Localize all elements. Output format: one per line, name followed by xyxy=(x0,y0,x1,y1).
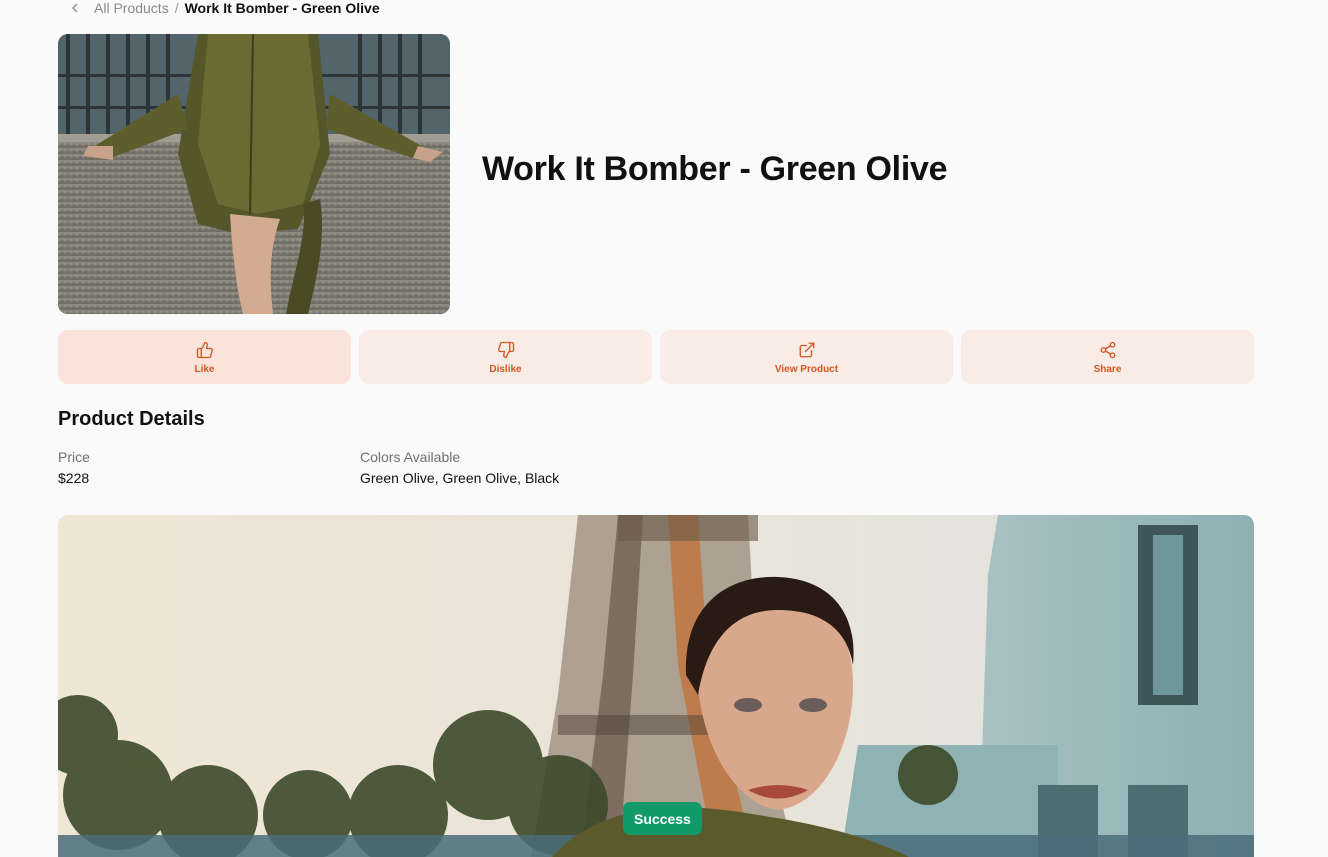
product-hero-image xyxy=(58,34,450,314)
share-icon xyxy=(1098,340,1118,360)
view-product-label: View Product xyxy=(774,363,839,375)
breadcrumb-all-products-link[interactable]: All Products xyxy=(94,0,169,16)
thumbs-down-icon xyxy=(496,340,516,360)
like-button[interactable]: Like xyxy=(58,330,351,384)
breadcrumb-separator: / xyxy=(174,0,179,16)
share-label: Share xyxy=(1093,363,1122,375)
product-title: Work It Bomber - Green Olive xyxy=(482,150,948,188)
success-toast: Success xyxy=(623,802,702,835)
breadcrumb-current: Work It Bomber - Green Olive xyxy=(184,0,380,16)
dislike-button[interactable]: Dislike xyxy=(359,330,652,384)
price-value: $228 xyxy=(58,470,90,486)
colors-detail: Colors Available Green Olive, Green Oliv… xyxy=(360,449,559,486)
chevron-left-icon[interactable] xyxy=(68,1,82,15)
colors-value: Green Olive, Green Olive, Black xyxy=(360,470,560,486)
external-link-icon xyxy=(797,340,817,360)
breadcrumb: All Products / Work It Bomber - Green Ol… xyxy=(68,0,380,18)
action-bar: Like Dislike View Product Share xyxy=(58,330,1254,384)
share-button[interactable]: Share xyxy=(961,330,1254,384)
product-detail-page: All Products / Work It Bomber - Green Ol… xyxy=(0,0,1328,857)
view-product-button[interactable]: View Product xyxy=(660,330,953,384)
price-detail: Price $228 xyxy=(58,449,90,486)
colors-label: Colors Available xyxy=(360,449,461,465)
like-label: Like xyxy=(194,363,215,375)
price-label: Price xyxy=(58,449,90,465)
dislike-label: Dislike xyxy=(489,363,522,375)
thumbs-up-icon xyxy=(195,340,215,360)
product-details-heading: Product Details xyxy=(58,408,205,430)
